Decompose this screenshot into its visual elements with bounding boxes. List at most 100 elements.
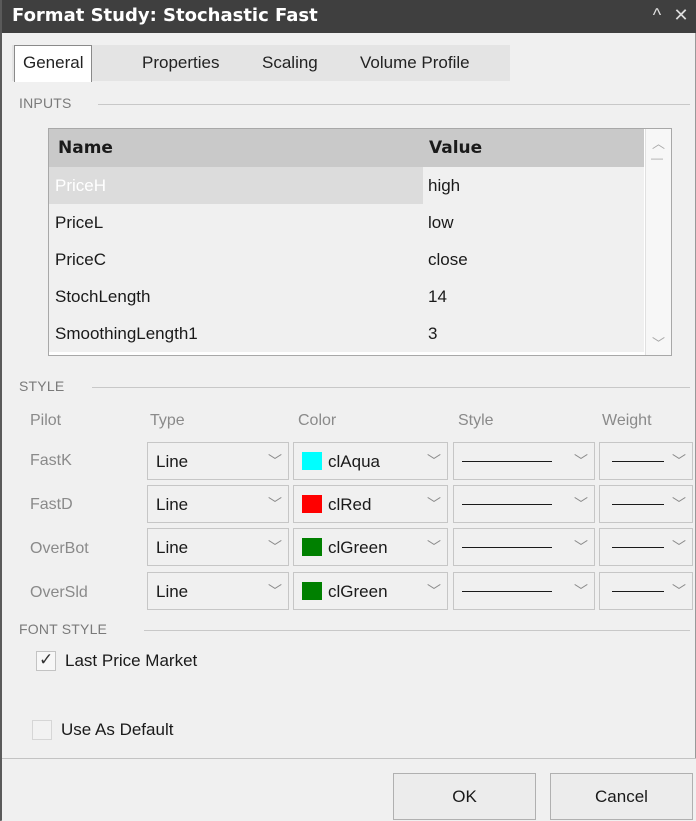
input-value[interactable]: close — [428, 250, 468, 270]
input-value[interactable]: high — [428, 176, 460, 196]
header-pilot: Pilot — [30, 412, 62, 429]
color-select[interactable]: clGreen ﹀ — [293, 528, 448, 566]
dialog-footer: OK Cancel — [2, 758, 696, 821]
color-select[interactable]: clRed ﹀ — [293, 485, 448, 523]
format-study-dialog: Format Study: Stochastic Fast ^ ✕ Genera… — [0, 0, 696, 821]
use-as-default-label[interactable]: Use As Default — [61, 720, 173, 740]
close-icon[interactable]: ✕ — [670, 3, 692, 27]
font-style-section-label: FONT STYLE — [19, 621, 108, 637]
color-value: clGreen — [328, 582, 388, 601]
line-weight-icon — [612, 461, 664, 462]
last-price-market-checkbox[interactable]: ✓ — [36, 650, 56, 671]
style-section-label: STYLE — [19, 378, 65, 394]
input-value[interactable]: 3 — [428, 324, 437, 344]
type-select[interactable]: Line ﹀ — [147, 442, 289, 480]
weight-select[interactable]: ﹀ — [599, 528, 693, 566]
title-bar[interactable]: Format Study: Stochastic Fast ^ ✕ — [2, 0, 696, 33]
inputs-scrollbar[interactable]: ︿ — ﹀ — [645, 129, 671, 355]
last-price-market-label[interactable]: Last Price Market — [65, 651, 197, 671]
pilot-label: FastK — [30, 452, 72, 469]
chevron-down-icon: ﹀ — [672, 496, 686, 512]
font-style-divider — [144, 630, 690, 631]
chevron-down-icon: ﹀ — [268, 496, 282, 512]
input-row[interactable]: PriceH high — [49, 167, 644, 204]
line-style-select[interactable]: ﹀ — [453, 442, 595, 480]
type-value: Line — [156, 495, 189, 514]
type-value: Line — [156, 452, 189, 471]
chevron-down-icon: ﹀ — [268, 453, 282, 469]
checkmark-icon: ✓ — [39, 650, 54, 669]
pilot-label: OverBot — [30, 540, 89, 557]
inputs-grid: Name Value PriceH high PriceL low PriceC… — [48, 128, 672, 356]
scroll-up-icon[interactable]: ︿ — [652, 133, 665, 152]
weight-select[interactable]: ﹀ — [599, 442, 693, 480]
chevron-down-icon: ﹀ — [574, 539, 588, 555]
chevron-down-icon: ﹀ — [574, 583, 588, 599]
scroll-thumb[interactable]: — — [651, 151, 663, 165]
line-style-select[interactable]: ﹀ — [453, 528, 595, 566]
chevron-down-icon: ﹀ — [268, 583, 282, 599]
color-swatch — [302, 538, 322, 556]
inputs-section-label: INPUTS — [19, 95, 72, 111]
line-style-select[interactable]: ﹀ — [453, 572, 595, 610]
color-swatch — [302, 495, 322, 513]
line-weight-icon — [612, 591, 664, 592]
input-row[interactable]: StochLength 14 — [49, 278, 644, 315]
chevron-down-icon: ﹀ — [574, 453, 588, 469]
weight-select[interactable]: ﹀ — [599, 572, 693, 610]
column-header-value[interactable]: Value — [429, 138, 482, 158]
input-value[interactable]: low — [428, 213, 454, 233]
scroll-down-icon[interactable]: ﹀ — [652, 333, 665, 352]
color-value: clAqua — [328, 452, 380, 471]
inputs-divider — [98, 104, 690, 105]
caret-up-icon[interactable]: ^ — [646, 3, 668, 27]
line-style-select[interactable]: ﹀ — [453, 485, 595, 523]
type-select[interactable]: Line ﹀ — [147, 572, 289, 610]
use-as-default-checkbox[interactable] — [32, 720, 52, 740]
type-select[interactable]: Line ﹀ — [147, 485, 289, 523]
chevron-down-icon: ﹀ — [427, 453, 441, 469]
line-weight-icon — [612, 504, 664, 505]
tab-properties[interactable]: Properties — [134, 45, 227, 81]
solid-line-icon — [462, 504, 552, 505]
input-name: SmoothingLength1 — [55, 324, 198, 343]
input-name: PriceH — [55, 176, 107, 195]
chevron-down-icon: ﹀ — [574, 496, 588, 512]
chevron-down-icon: ﹀ — [268, 539, 282, 555]
tab-scaling[interactable]: Scaling — [254, 45, 326, 81]
header-weight: Weight — [602, 412, 652, 429]
tab-general[interactable]: General — [14, 45, 93, 82]
color-value: clRed — [328, 495, 372, 514]
cancel-button[interactable]: Cancel — [550, 773, 693, 820]
tab-strip: General Properties Scaling Volume Profil… — [12, 45, 510, 82]
pilot-label: OverSld — [30, 584, 88, 601]
type-value: Line — [156, 538, 189, 557]
solid-line-icon — [462, 547, 552, 548]
input-row[interactable]: PriceC close — [49, 241, 644, 278]
color-value: clGreen — [328, 538, 388, 557]
chevron-down-icon: ﹀ — [427, 539, 441, 555]
input-row[interactable]: SmoothingLength1 3 — [49, 315, 644, 352]
ok-button[interactable]: OK — [393, 773, 536, 820]
header-type: Type — [150, 412, 185, 429]
pilot-label: FastD — [30, 496, 73, 513]
input-value[interactable]: 14 — [428, 287, 447, 307]
color-swatch — [302, 582, 322, 600]
chevron-down-icon: ﹀ — [672, 539, 686, 555]
dialog-title: Format Study: Stochastic Fast — [12, 5, 318, 26]
input-row[interactable]: PriceL low — [49, 204, 644, 241]
header-style: Style — [458, 412, 494, 429]
column-header-name[interactable]: Name — [58, 138, 113, 158]
input-name: StochLength — [55, 287, 151, 306]
color-select[interactable]: clAqua ﹀ — [293, 442, 448, 480]
weight-select[interactable]: ﹀ — [599, 485, 693, 523]
tab-volume-profile[interactable]: Volume Profile — [352, 45, 478, 81]
color-select[interactable]: clGreen ﹀ — [293, 572, 448, 610]
input-name: PriceC — [55, 250, 107, 269]
line-weight-icon — [612, 547, 664, 548]
chevron-down-icon: ﹀ — [427, 583, 441, 599]
solid-line-icon — [462, 461, 552, 462]
style-divider — [92, 387, 690, 388]
chevron-down-icon: ﹀ — [672, 583, 686, 599]
type-select[interactable]: Line ﹀ — [147, 528, 289, 566]
